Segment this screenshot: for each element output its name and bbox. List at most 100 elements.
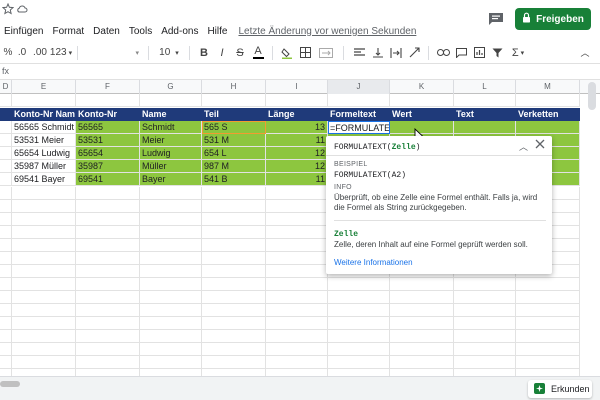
header-cell[interactable]: Formeltext <box>328 108 390 121</box>
collapse-toolbar-icon[interactable]: ︿ <box>570 44 600 62</box>
star-icon[interactable] <box>1 2 15 18</box>
grid-cell[interactable] <box>76 94 140 107</box>
header-cell[interactable] <box>0 108 12 121</box>
header-cell[interactable]: Text <box>454 108 516 121</box>
table-cell-referenced[interactable]: 565 S <box>202 121 266 134</box>
functions-icon[interactable]: Σ ▾ <box>506 44 530 62</box>
grid-cell[interactable] <box>0 173 12 186</box>
table-cell[interactable]: 65654 Ludwig <box>12 147 76 160</box>
last-edit-link[interactable]: Letzte Änderung vor wenigen Sekunden <box>238 26 416 37</box>
cloud-saved-icon[interactable] <box>16 3 28 18</box>
table-cell[interactable]: 35987 Müller <box>12 160 76 173</box>
grid-cell[interactable] <box>328 94 390 107</box>
bold-button[interactable]: B <box>195 44 213 62</box>
increase-decimal-button[interactable]: .00 <box>30 44 50 62</box>
table-cell[interactable]: Meier <box>140 134 202 147</box>
header-cell[interactable]: Länge <box>266 108 328 121</box>
insert-chart-icon[interactable] <box>470 44 488 62</box>
table-cell[interactable]: 654 L <box>202 147 266 160</box>
text-color-button[interactable]: A <box>249 44 267 62</box>
filter-icon[interactable] <box>488 44 506 62</box>
column-header-m[interactable]: M <box>516 80 580 94</box>
merge-cells-icon[interactable] <box>314 44 338 62</box>
insert-link-icon[interactable] <box>434 44 452 62</box>
formula-bar[interactable]: fx <box>0 64 600 80</box>
header-cell[interactable]: Name <box>140 108 202 121</box>
table-cell[interactable]: 541 B <box>202 173 266 186</box>
column-header-g[interactable]: G <box>140 80 202 94</box>
font-family-select[interactable]: ▾ <box>83 44 143 62</box>
table-cell[interactable]: Bayer <box>140 173 202 186</box>
table-cell[interactable]: Schmidt <box>140 121 202 134</box>
grid-cell[interactable] <box>140 94 202 107</box>
table-cell[interactable]: 11 <box>266 173 328 186</box>
fill-color-icon[interactable] <box>278 44 296 62</box>
grid-cell[interactable] <box>0 94 12 107</box>
table-cell[interactable]: 53531 Meier <box>12 134 76 147</box>
table-cell[interactable] <box>516 121 580 134</box>
table-cell[interactable]: Ludwig <box>140 147 202 160</box>
menu-tools[interactable]: Tools <box>125 26 157 37</box>
table-cell[interactable]: 56565 <box>76 121 140 134</box>
column-header-h[interactable]: H <box>202 80 266 94</box>
more-info-link[interactable]: Weitere Informationen <box>334 258 413 267</box>
grid-cell[interactable] <box>0 121 12 134</box>
active-cell-editor[interactable]: =FORMULATEXT(H3) <box>328 121 390 134</box>
column-header-l[interactable]: L <box>454 80 516 94</box>
menu-insert[interactable]: Einfügen <box>0 26 48 37</box>
vertical-scrollbar[interactable] <box>588 82 596 110</box>
column-header-j[interactable]: J <box>328 80 390 94</box>
table-cell[interactable] <box>454 121 516 134</box>
table-cell[interactable]: 531 M <box>202 134 266 147</box>
grid-cell[interactable] <box>390 94 454 107</box>
column-header-e[interactable]: E <box>12 80 76 94</box>
explore-button[interactable]: Erkunden <box>528 380 592 398</box>
table-cell[interactable]: 12 <box>266 160 328 173</box>
header-cell[interactable]: Teil <box>202 108 266 121</box>
column-header-k[interactable]: K <box>390 80 454 94</box>
comment-icon[interactable] <box>488 12 504 26</box>
grid-cell[interactable] <box>266 94 328 107</box>
vertical-align-icon[interactable] <box>369 44 387 62</box>
column-header-i[interactable]: I <box>266 80 328 94</box>
decrease-decimal-button[interactable]: .0 <box>14 44 30 62</box>
strikethrough-button[interactable]: S <box>231 44 249 62</box>
table-cell[interactable]: 13 <box>266 121 328 134</box>
header-cell[interactable]: Wert <box>390 108 454 121</box>
close-icon[interactable] <box>535 139 545 152</box>
insert-comment-icon[interactable] <box>452 44 470 62</box>
text-rotation-icon[interactable] <box>405 44 423 62</box>
grid-cell[interactable] <box>0 147 12 160</box>
text-wrap-icon[interactable] <box>387 44 405 62</box>
align-left-icon[interactable] <box>349 44 369 62</box>
table-cell[interactable]: 12 <box>266 147 328 160</box>
table-cell[interactable]: 69541 <box>76 173 140 186</box>
collapse-help-icon[interactable]: ︿ <box>519 140 528 153</box>
table-cell[interactable]: 53531 <box>76 134 140 147</box>
header-cell[interactable]: Verketten <box>516 108 580 121</box>
grid-cell[interactable] <box>0 160 12 173</box>
grid-cell[interactable] <box>12 94 76 107</box>
menu-help[interactable]: Hilfe <box>203 26 232 37</box>
italic-button[interactable]: I <box>213 44 231 62</box>
horizontal-scrollbar[interactable] <box>0 381 20 387</box>
more-formats-button[interactable]: 123 ▾ <box>50 44 72 62</box>
grid-cell[interactable] <box>516 94 580 107</box>
header-cell[interactable]: Konto-Nr Name <box>12 108 76 121</box>
menu-format[interactable]: Format <box>48 26 89 37</box>
font-size-select[interactable]: 10 ▾ <box>154 44 184 62</box>
grid-cell[interactable] <box>454 94 516 107</box>
menu-addons[interactable]: Add-ons <box>157 26 203 37</box>
percent-format-button[interactable]: % <box>2 44 14 62</box>
header-cell[interactable]: Konto-Nr <box>76 108 140 121</box>
table-cell[interactable]: 987 M <box>202 160 266 173</box>
table-cell[interactable]: 65654 <box>76 147 140 160</box>
table-cell[interactable]: 69541 Bayer <box>12 173 76 186</box>
grid-cell[interactable] <box>202 94 266 107</box>
table-cell[interactable]: 11 <box>266 134 328 147</box>
table-cell[interactable]: 56565 Schmidt <box>12 121 76 134</box>
column-header-d[interactable]: D <box>0 80 12 94</box>
table-cell[interactable]: Müller <box>140 160 202 173</box>
table-cell[interactable]: 35987 <box>76 160 140 173</box>
menu-data[interactable]: Daten <box>89 26 125 37</box>
